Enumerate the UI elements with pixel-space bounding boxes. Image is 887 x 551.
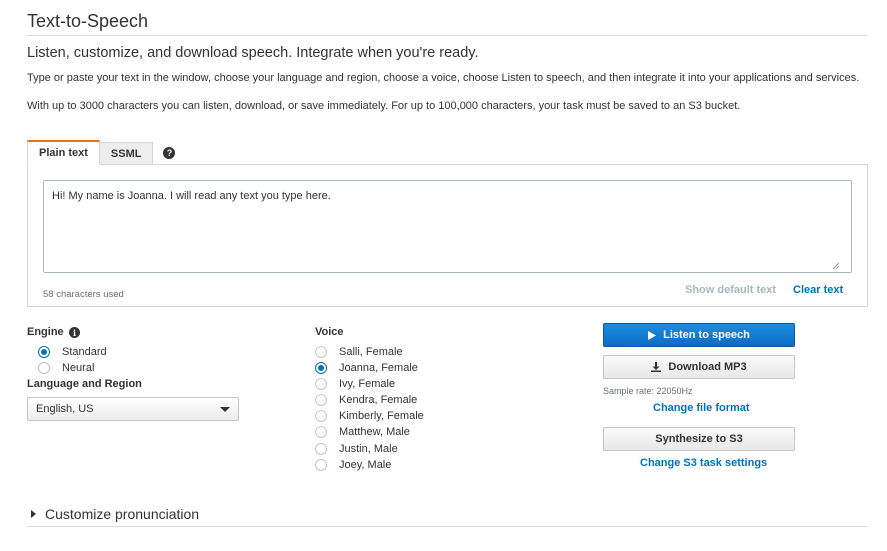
input-tabs: Plain text SSML ? (27, 140, 176, 165)
page-title: Text-to-Speech (27, 11, 149, 31)
listen-button-label: Listen to speech (663, 329, 750, 341)
engine-option-neural[interactable]: Neural (38, 362, 94, 374)
resize-grip-icon[interactable] (831, 261, 839, 269)
radio-unselected-icon[interactable] (315, 410, 327, 422)
voice-option-label: Matthew, Male (339, 426, 410, 438)
language-selected-value: English, US (36, 403, 94, 415)
character-count: 58 characters used (43, 289, 124, 300)
download-mp3-button[interactable]: Download MP3 (603, 355, 795, 379)
customize-pronunciation-toggle[interactable]: Customize pronunciation (31, 506, 199, 522)
customize-pronunciation-label: Customize pronunciation (45, 506, 200, 522)
radio-unselected-icon[interactable] (315, 459, 327, 471)
page-subtitle: Listen, customize, and download speech. … (27, 45, 479, 61)
section-divider (27, 526, 867, 527)
chevron-down-icon (220, 407, 230, 412)
engine-option-standard[interactable]: Standard (38, 346, 107, 358)
change-file-format-link[interactable]: Change file format (653, 402, 750, 414)
text-input-area[interactable]: Hi! My name is Joanna. I will read any t… (43, 180, 852, 273)
tab-plain-text[interactable]: Plain text (27, 140, 100, 165)
radio-unselected-icon[interactable] (315, 394, 327, 406)
radio-selected-icon[interactable] (315, 362, 327, 374)
show-default-text-link[interactable]: Show default text (685, 284, 776, 296)
clear-text-link[interactable]: Clear text (793, 284, 843, 296)
tab-ssml[interactable]: SSML (99, 142, 154, 165)
radio-unselected-icon[interactable] (315, 346, 327, 358)
voice-option-label: Joey, Male (339, 459, 392, 471)
voice-option-label: Justin, Male (339, 443, 398, 455)
voice-option-salli[interactable]: Salli, Female (315, 346, 403, 358)
title-divider (27, 35, 867, 36)
info-icon[interactable]: i (69, 327, 80, 338)
caret-right-icon (31, 510, 36, 518)
engine-option-label: Neural (62, 362, 95, 374)
description-text: Type or paste your text in the window, c… (27, 72, 860, 84)
voice-option-kendra[interactable]: Kendra, Female (315, 394, 417, 406)
voice-option-label: Ivy, Female (339, 378, 396, 390)
change-s3-settings-link[interactable]: Change S3 task settings (640, 457, 767, 469)
voice-option-justin[interactable]: Justin, Male (315, 443, 398, 455)
voice-option-label: Kendra, Female (339, 394, 418, 406)
voice-option-label: Salli, Female (339, 346, 403, 358)
limits-description-text: With up to 3000 characters you can liste… (27, 100, 741, 112)
engine-option-label: Standard (62, 346, 107, 358)
download-icon (651, 362, 662, 372)
question-circle-icon[interactable]: ? (163, 147, 176, 159)
listen-to-speech-button[interactable]: Listen to speech (603, 323, 795, 347)
language-region-label: Language and Region (27, 378, 142, 390)
radio-unselected-icon[interactable] (315, 426, 327, 438)
voice-option-ivy[interactable]: Ivy, Female (315, 378, 395, 390)
voice-option-label: Joanna, Female (339, 362, 418, 374)
radio-unselected-icon[interactable] (38, 362, 50, 374)
voice-option-joey[interactable]: Joey, Male (315, 459, 391, 471)
voice-option-label: Kimberly, Female (339, 410, 424, 422)
sample-rate-text: Sample rate: 22050Hz (603, 386, 693, 396)
language-region-select[interactable]: English, US (27, 397, 239, 421)
voice-option-matthew[interactable]: Matthew, Male (315, 426, 410, 438)
voice-option-kimberly[interactable]: Kimberly, Female (315, 410, 424, 422)
voice-option-joanna[interactable]: Joanna, Female (315, 362, 418, 374)
radio-unselected-icon[interactable] (315, 443, 327, 455)
radio-selected-icon[interactable] (38, 346, 50, 358)
radio-unselected-icon[interactable] (315, 378, 327, 390)
download-button-label: Download MP3 (668, 361, 747, 373)
engine-label: Engine (27, 326, 64, 338)
voice-label: Voice (315, 326, 344, 338)
text-editor-panel: Hi! My name is Joanna. I will read any t… (27, 164, 868, 307)
play-icon (648, 330, 657, 340)
synthesize-to-s3-button[interactable]: Synthesize to S3 (603, 427, 795, 451)
